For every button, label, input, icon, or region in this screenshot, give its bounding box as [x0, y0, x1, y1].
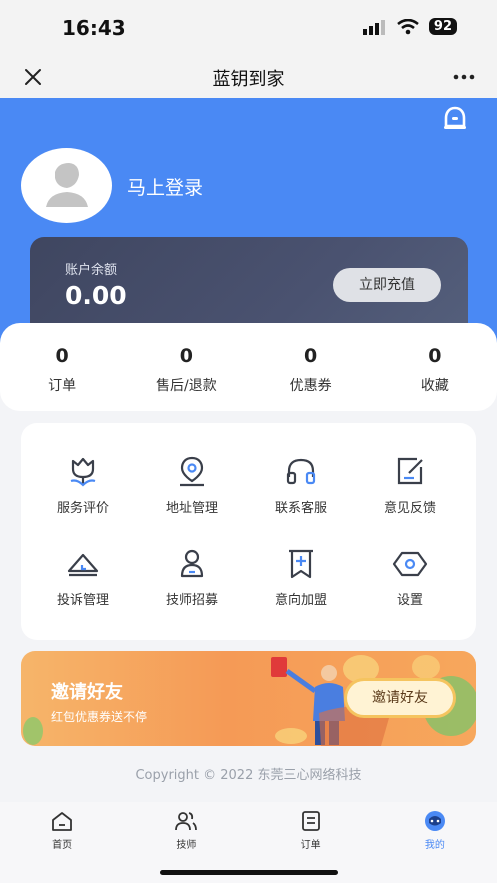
stat-label: 售后/退款 — [156, 378, 217, 394]
service-support[interactable]: 联系客服 — [251, 455, 351, 516]
bookmark-plus-icon — [289, 549, 313, 579]
service-recruit[interactable]: 技师招募 — [142, 547, 242, 608]
settings-icon — [392, 551, 428, 577]
location-pin-icon — [180, 456, 204, 487]
stat-count: 0 — [304, 345, 318, 367]
tab-label: 技师 — [176, 840, 197, 851]
wifi-icon — [397, 18, 419, 34]
stat-label: 订单 — [48, 378, 77, 394]
headset-icon — [286, 458, 316, 485]
avatar[interactable] — [21, 148, 112, 223]
page-title: 蓝钥到家 — [212, 69, 285, 90]
balance-value: 0.00 — [65, 281, 127, 310]
tab-label: 订单 — [300, 840, 321, 851]
stat-count: 0 — [55, 345, 69, 367]
stat-count: 0 — [179, 345, 193, 367]
more-icon[interactable] — [451, 64, 477, 90]
eraser-icon — [67, 553, 99, 577]
service-label: 技师招募 — [165, 593, 218, 608]
invite-button[interactable]: 邀请好友 — [347, 681, 453, 715]
service-label: 意向加盟 — [274, 593, 327, 608]
mine-icon — [424, 811, 445, 831]
service-label: 意见反馈 — [383, 501, 436, 516]
stat-count: 0 — [428, 345, 442, 367]
invite-subtitle: 红包优惠券送不停 — [51, 710, 148, 724]
stat-orders[interactable]: 0 订单 — [0, 323, 124, 411]
service-label: 地址管理 — [165, 501, 218, 516]
stat-label: 优惠券 — [289, 378, 332, 394]
home-indicator — [160, 870, 338, 875]
status-time: 16:43 — [62, 16, 126, 40]
stat-coupons[interactable]: 0 优惠券 — [249, 323, 373, 411]
signal-icon — [362, 19, 385, 35]
service-label: 投诉管理 — [56, 593, 109, 608]
tab-label: 我的 — [424, 840, 445, 851]
users-icon — [175, 812, 198, 831]
home-icon — [52, 812, 73, 831]
stat-favorites[interactable]: 0 收藏 — [373, 323, 497, 411]
edit-icon — [397, 457, 423, 485]
service-settings[interactable]: 设置 — [360, 547, 460, 608]
battery-indicator: 92 — [428, 18, 457, 35]
service-franchise[interactable]: 意向加盟 — [251, 547, 351, 608]
copyright-text: Copyright © 2022 东莞三心网络科技 — [135, 768, 362, 783]
service-complaints[interactable]: 投诉管理 — [33, 547, 133, 608]
service-label: 联系客服 — [274, 501, 327, 516]
tab-label: 首页 — [52, 840, 73, 851]
status-icons: 92 — [362, 18, 457, 35]
default-avatar-icon — [46, 163, 88, 207]
stat-refunds[interactable]: 0 售后/退款 — [124, 323, 248, 411]
invite-banner[interactable]: 邀请好友 红包优惠券送不停 邀请好友 — [21, 651, 476, 746]
service-label: 设置 — [396, 593, 423, 608]
tab-home[interactable]: 首页 — [0, 802, 124, 883]
recharge-button[interactable]: 立即充值 — [333, 268, 441, 302]
service-feedback[interactable]: 意见反馈 — [360, 455, 460, 516]
person-icon — [180, 549, 204, 578]
stat-label: 收藏 — [420, 378, 449, 394]
tab-mine[interactable]: 我的 — [373, 802, 497, 883]
invite-title: 邀请好友 — [51, 682, 123, 703]
nav-bar: 蓝钥到家 — [0, 56, 497, 98]
service-label: 服务评价 — [56, 501, 109, 516]
services-grid: 服务评价 地址管理 联系客服 意见反馈 投诉管理 技师招募 意向加盟 设置 — [21, 423, 476, 640]
order-icon — [301, 811, 320, 831]
flower-icon — [70, 457, 96, 487]
status-bar: 16:43 92 — [0, 0, 497, 56]
notification-bell-icon[interactable] — [441, 105, 469, 135]
service-review[interactable]: 服务评价 — [33, 455, 133, 516]
login-link[interactable]: 马上登录 — [127, 173, 203, 200]
stats-row: 0 订单 0 售后/退款 0 优惠券 0 收藏 — [0, 323, 497, 411]
service-address[interactable]: 地址管理 — [142, 455, 242, 516]
balance-label: 账户余额 — [65, 263, 118, 278]
